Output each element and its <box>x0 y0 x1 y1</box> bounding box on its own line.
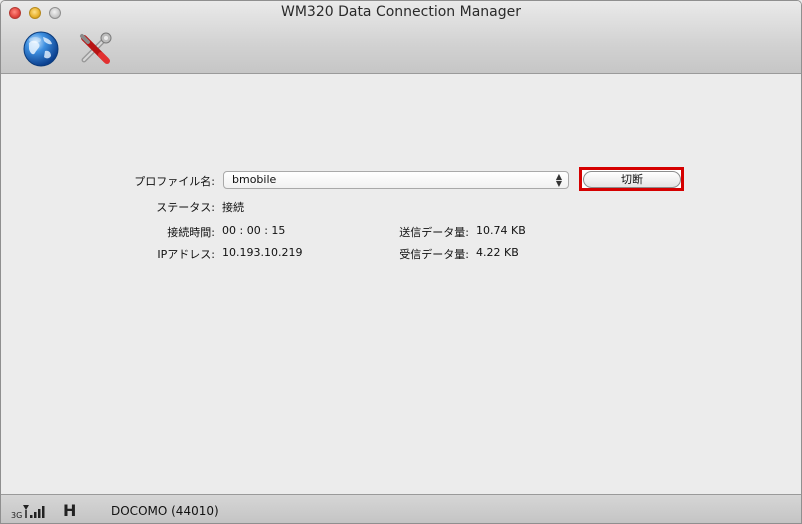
network-type-indicator: H <box>63 501 77 520</box>
status-bar: 3G H DOCOMO (44010) <box>1 494 801 523</box>
ip-address-label: IPアドレス: <box>157 248 215 261</box>
globe-icon[interactable] <box>21 29 61 69</box>
profile-label: プロファイル名: <box>134 175 215 188</box>
main-panel: プロファイル名: bmobile ▲ ▼ 切断 ステータス: 接続 接続時間: 0… <box>1 74 801 494</box>
signal-type-text: 3G <box>11 511 22 520</box>
status-label: ステータス: <box>156 201 215 214</box>
status-value: 接続 <box>222 201 244 214</box>
connection-time-label: 接続時間: <box>167 226 215 239</box>
window-title: WM320 Data Connection Manager <box>280 4 521 20</box>
received-data-label: 受信データ量: <box>399 248 469 261</box>
sent-data-label: 送信データ量: <box>399 226 469 239</box>
title-bar: WM320 Data Connection Manager <box>1 1 801 74</box>
app-window: WM320 Data Connection Manager プロファイル名: b… <box>0 0 802 524</box>
profile-select[interactable]: bmobile ▲ ▼ <box>223 171 569 189</box>
tools-icon[interactable] <box>75 29 115 69</box>
received-data-value: 4.22 KB <box>476 246 519 259</box>
disconnect-button[interactable]: 切断 <box>583 171 681 188</box>
ip-address-value: 10.193.10.219 <box>222 246 303 259</box>
signal-strength-icon: 3G <box>11 501 51 521</box>
carrier-label: DOCOMO (44010) <box>111 504 219 518</box>
profile-select-value: bmobile <box>232 173 277 186</box>
select-arrows-icon: ▲ ▼ <box>555 172 563 188</box>
connection-time-value: 00 : 00 : 15 <box>222 224 286 237</box>
sent-data-value: 10.74 KB <box>476 224 526 237</box>
